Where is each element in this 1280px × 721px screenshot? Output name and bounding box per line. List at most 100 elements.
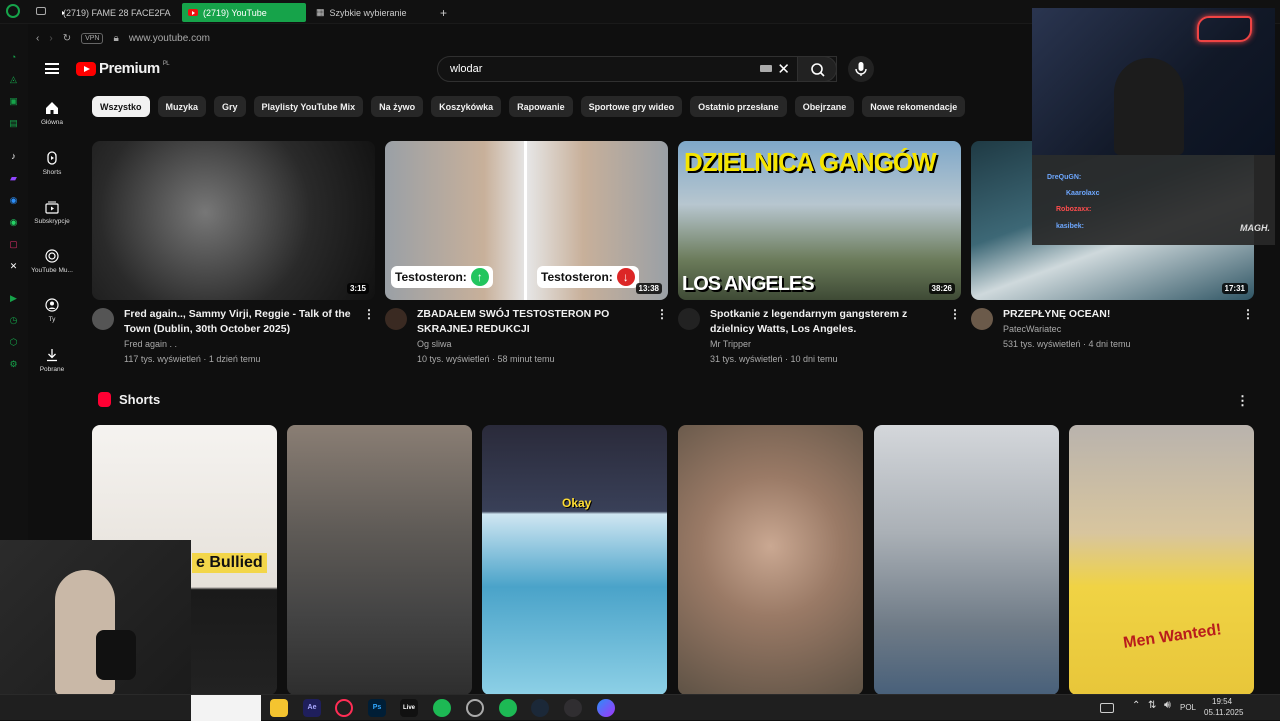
opera-logo-icon[interactable] [6, 4, 20, 18]
spotify-icon[interactable] [433, 699, 451, 717]
chip-recently-uploaded[interactable]: Ostatnio przesłane [690, 96, 787, 117]
history-icon[interactable]: ◷ [7, 314, 20, 327]
channel-avatar[interactable] [92, 308, 114, 330]
channel-avatar[interactable] [971, 308, 993, 330]
keyboard-icon[interactable] [760, 65, 772, 72]
photoshop-icon[interactable]: Ps [368, 699, 386, 717]
tray-chevron-icon[interactable]: ⌃ [1132, 700, 1140, 711]
short-thumbnail[interactable]: Men Wanted! [1069, 425, 1254, 695]
more-options-icon[interactable]: ⋮ [656, 307, 668, 321]
video-title[interactable]: Spotkanie z legendarnym gangsterem z dzi… [710, 307, 945, 336]
channel-avatar[interactable] [678, 308, 700, 330]
chip-watched[interactable]: Obejrzane [794, 96, 855, 117]
video-thumbnail[interactable]: DZIELNICA GANGÓW LOS ANGELES 38:26 [678, 141, 961, 300]
obs-icon[interactable] [564, 699, 582, 717]
channel-name[interactable]: Mr Tripper [710, 339, 751, 349]
short-thumbnail[interactable] [874, 425, 1059, 695]
video-thumbnail[interactable]: Testosteron: ↑ Testosteron: ↓ 13:38 [385, 141, 668, 300]
youtube-premium-logo[interactable]: Premium PL [76, 60, 170, 77]
chip-rap[interactable]: Rapowanie [509, 96, 573, 117]
video-thumbnail[interactable]: 3:15 [92, 141, 375, 300]
chip-all[interactable]: Wszystko [92, 96, 150, 117]
extensions-icon[interactable]: ⬡ [7, 336, 20, 349]
hamburger-menu-icon[interactable] [45, 63, 59, 74]
clock-time[interactable]: 19:54 [1212, 697, 1232, 706]
taskbar-search-box[interactable] [191, 695, 261, 721]
new-tab-button[interactable]: + [434, 3, 452, 22]
player-icon[interactable]: ◬ [7, 73, 20, 86]
chip-basketball[interactable]: Koszykówka [431, 96, 502, 117]
channel-avatar[interactable] [385, 308, 407, 330]
notification-center-icon[interactable] [1100, 703, 1114, 713]
chip-new-recommendations[interactable]: Nowe rekomendacje [862, 96, 966, 117]
tab-speed-dial[interactable]: ▦ Szybkie wybieranie [310, 3, 430, 22]
x-icon[interactable]: ✕ [7, 260, 20, 273]
short-thumbnail[interactable] [287, 425, 472, 695]
search-input[interactable]: wlodar ✕ [437, 56, 837, 82]
vpn-badge[interactable]: VPN [81, 32, 104, 44]
channel-name[interactable]: Og sliwa [417, 339, 452, 349]
back-icon[interactable]: ‹ [36, 33, 39, 44]
more-options-icon[interactable]: ⋮ [363, 307, 375, 321]
search-button[interactable] [797, 56, 837, 82]
pinboard-icon[interactable]: ▣ [7, 95, 20, 108]
chat-username: Kaarolaxc [1066, 190, 1100, 197]
messenger-icon[interactable]: ◉ [7, 194, 20, 207]
channel-name[interactable]: PatecWariatec [1003, 324, 1061, 334]
steam-icon[interactable] [531, 699, 549, 717]
more-options-icon[interactable]: ⋮ [949, 307, 961, 321]
play-icon[interactable]: ▶ [7, 292, 20, 305]
nav-you[interactable]: Ty [28, 298, 76, 323]
voice-search-button[interactable] [848, 56, 874, 82]
clock-date[interactable]: 05.11.2025 [1204, 708, 1243, 717]
messenger-icon[interactable] [597, 699, 615, 717]
url-field[interactable]: www.youtube.com [129, 33, 210, 44]
nav-subscriptions[interactable]: Subskrypcje [28, 200, 76, 225]
short-thumbnail[interactable] [678, 425, 863, 695]
language-indicator[interactable]: POL [1180, 703, 1196, 712]
tab-fame[interactable]: (2719) FAME 28 FACE2FA [52, 3, 176, 22]
shorts-more-options-icon[interactable]: ⋮ [1236, 393, 1249, 409]
video-title[interactable]: Fred again.., Sammy Virji, Reggie - Talk… [124, 307, 359, 336]
chip-music[interactable]: Muzyka [157, 96, 207, 117]
taskbar-app-icon[interactable] [466, 699, 484, 717]
video-title[interactable]: ZBADAŁEM SWÓJ TESTOSTERON PO SKRAJNEJ RE… [417, 307, 652, 336]
tab-overview-icon[interactable] [36, 7, 46, 15]
tab-label: (2719) FAME 28 FACE2FA [63, 7, 171, 18]
whatsapp-icon[interactable]: ◉ [7, 216, 20, 229]
opera-gx-icon[interactable] [335, 699, 353, 717]
video-duration: 3:15 [346, 283, 369, 294]
network-icon[interactable]: ⇅ [1148, 700, 1156, 711]
spotify-icon[interactable] [499, 699, 517, 717]
chip-games[interactable]: Gry [214, 96, 246, 117]
video-title[interactable]: PRZEPŁYNĘ OCEAN! [1003, 307, 1238, 322]
nav-downloads[interactable]: Pobrane [28, 348, 76, 373]
chip-live[interactable]: Na żywo [371, 96, 424, 117]
nav-home[interactable]: Główna [28, 101, 76, 126]
notes-icon[interactable]: ▤ [7, 117, 20, 130]
subscriptions-icon [45, 201, 59, 214]
nav-shorts[interactable]: Shorts [28, 151, 76, 176]
tab-youtube[interactable]: (2719) YouTube [182, 3, 306, 22]
forward-icon[interactable]: › [49, 33, 52, 44]
ableton-live-icon[interactable]: Live [400, 699, 418, 717]
more-options-icon[interactable]: ⋮ [1242, 307, 1254, 321]
channel-name[interactable]: Fred again . . [124, 339, 177, 349]
twitch-icon[interactable]: ▰ [7, 172, 20, 185]
clear-search-icon[interactable]: ✕ [777, 60, 790, 78]
after-effects-icon[interactable]: Ae [303, 699, 321, 717]
youtube-music-icon [45, 249, 59, 263]
instagram-icon[interactable]: ▢ [7, 238, 20, 251]
youtube-favicon-icon [188, 9, 198, 16]
aria-icon[interactable]: ◔ [7, 51, 20, 64]
volume-icon[interactable]: 🔊︎ [1164, 699, 1171, 712]
settings-icon[interactable]: ⚙ [7, 358, 20, 371]
chat-username: DreQuGN: [1047, 174, 1082, 181]
chip-mix-playlists[interactable]: Playlisty YouTube Mix [253, 96, 364, 117]
chip-sports-games[interactable]: Sportowe gry wideo [580, 96, 683, 117]
nav-youtube-music[interactable]: YouTube Mu... [28, 249, 76, 274]
short-thumbnail[interactable]: Okay [482, 425, 667, 695]
file-explorer-icon[interactable] [270, 699, 288, 717]
reload-icon[interactable]: ↻ [63, 33, 71, 44]
tiktok-icon[interactable]: ♪ [7, 150, 20, 163]
